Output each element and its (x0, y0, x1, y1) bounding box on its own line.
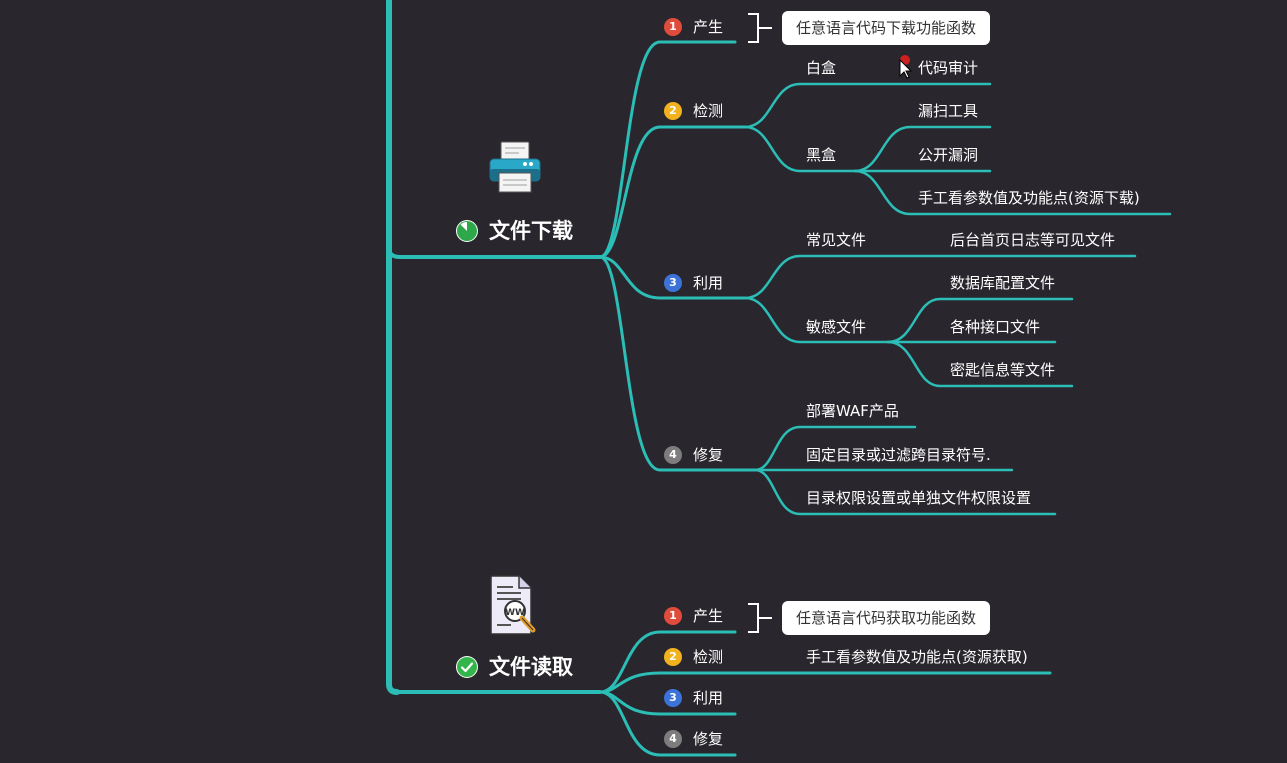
callout-bracket-rd (748, 603, 772, 633)
number-badge-2: 2 (664, 648, 682, 666)
node-rd-exploit[interactable]: 利用 (693, 689, 723, 707)
number-badge-4: 4 (664, 446, 682, 464)
topic-title-download[interactable]: 文件下载 (489, 218, 573, 244)
check-circle-icon (456, 656, 478, 678)
mindmap-branches (386, 0, 1172, 757)
branch-blackbox (743, 125, 857, 173)
number-badge-3: 3 (664, 274, 682, 292)
number-badge-2: 2 (664, 102, 682, 120)
callout-dl-produce[interactable]: 任意语言代码下载功能函数 (782, 11, 991, 45)
branch-rd-detect (598, 671, 1052, 694)
node-dl-detect[interactable]: 检测 (693, 102, 723, 120)
node-backend-log-files[interactable]: 后台首页日志等可见文件 (950, 231, 1115, 249)
node-secret-files[interactable]: 密匙信息等文件 (950, 361, 1055, 379)
node-manual-param-download[interactable]: 手工看参数值及功能点(资源下载) (918, 189, 1140, 207)
www-document-search-icon: WW (490, 575, 536, 635)
node-scan-tool[interactable]: 漏扫工具 (918, 102, 978, 120)
node-db-config[interactable]: 数据库配置文件 (950, 274, 1055, 292)
node-rd-produce[interactable]: 产生 (693, 607, 723, 625)
trunk-line (386, 0, 400, 695)
node-dl-exploit[interactable]: 利用 (693, 274, 723, 292)
node-fixed-dir-filter[interactable]: 固定目录或过滤跨目录符号. (806, 446, 991, 464)
topic-title-read[interactable]: 文件读取 (489, 654, 573, 680)
number-badge-3: 3 (664, 689, 682, 707)
number-badge-4: 4 (664, 730, 682, 748)
node-manual-param-read[interactable]: 手工看参数值及功能点(资源获取) (806, 648, 1028, 666)
callout-bracket-dl (748, 13, 772, 43)
trunk-to-download (387, 246, 602, 259)
node-dl-fix[interactable]: 修复 (693, 446, 723, 464)
node-public-vuln[interactable]: 公开漏洞 (918, 146, 978, 164)
branch-dl-produce (598, 40, 737, 259)
number-badge-1: 1 (664, 18, 682, 36)
node-dir-permissions[interactable]: 目录权限设置或单独文件权限设置 (806, 489, 1031, 507)
node-sensitive-files[interactable]: 敏感文件 (806, 318, 866, 336)
node-rd-fix[interactable]: 修复 (693, 730, 723, 748)
branch-common-files (743, 254, 1137, 300)
node-whitebox[interactable]: 白盒 (806, 59, 836, 77)
mouse-cursor-icon (899, 55, 913, 79)
node-deploy-waf[interactable]: 部署WAF产品 (806, 402, 899, 420)
node-rd-detect[interactable]: 检测 (693, 648, 723, 666)
number-badge-1: 1 (664, 607, 682, 625)
callout-rd-produce[interactable]: 任意语言代码获取功能函数 (782, 601, 991, 635)
progress-pie-icon (456, 220, 478, 242)
node-code-audit[interactable]: 代码审计 (918, 59, 978, 77)
printer-icon (489, 141, 541, 193)
node-api-files[interactable]: 各种接口文件 (950, 318, 1040, 336)
node-blackbox[interactable]: 黑盒 (806, 146, 836, 164)
node-dl-produce[interactable]: 产生 (693, 18, 723, 36)
branch-dl-detect (598, 125, 747, 259)
node-common-files[interactable]: 常见文件 (806, 231, 866, 249)
